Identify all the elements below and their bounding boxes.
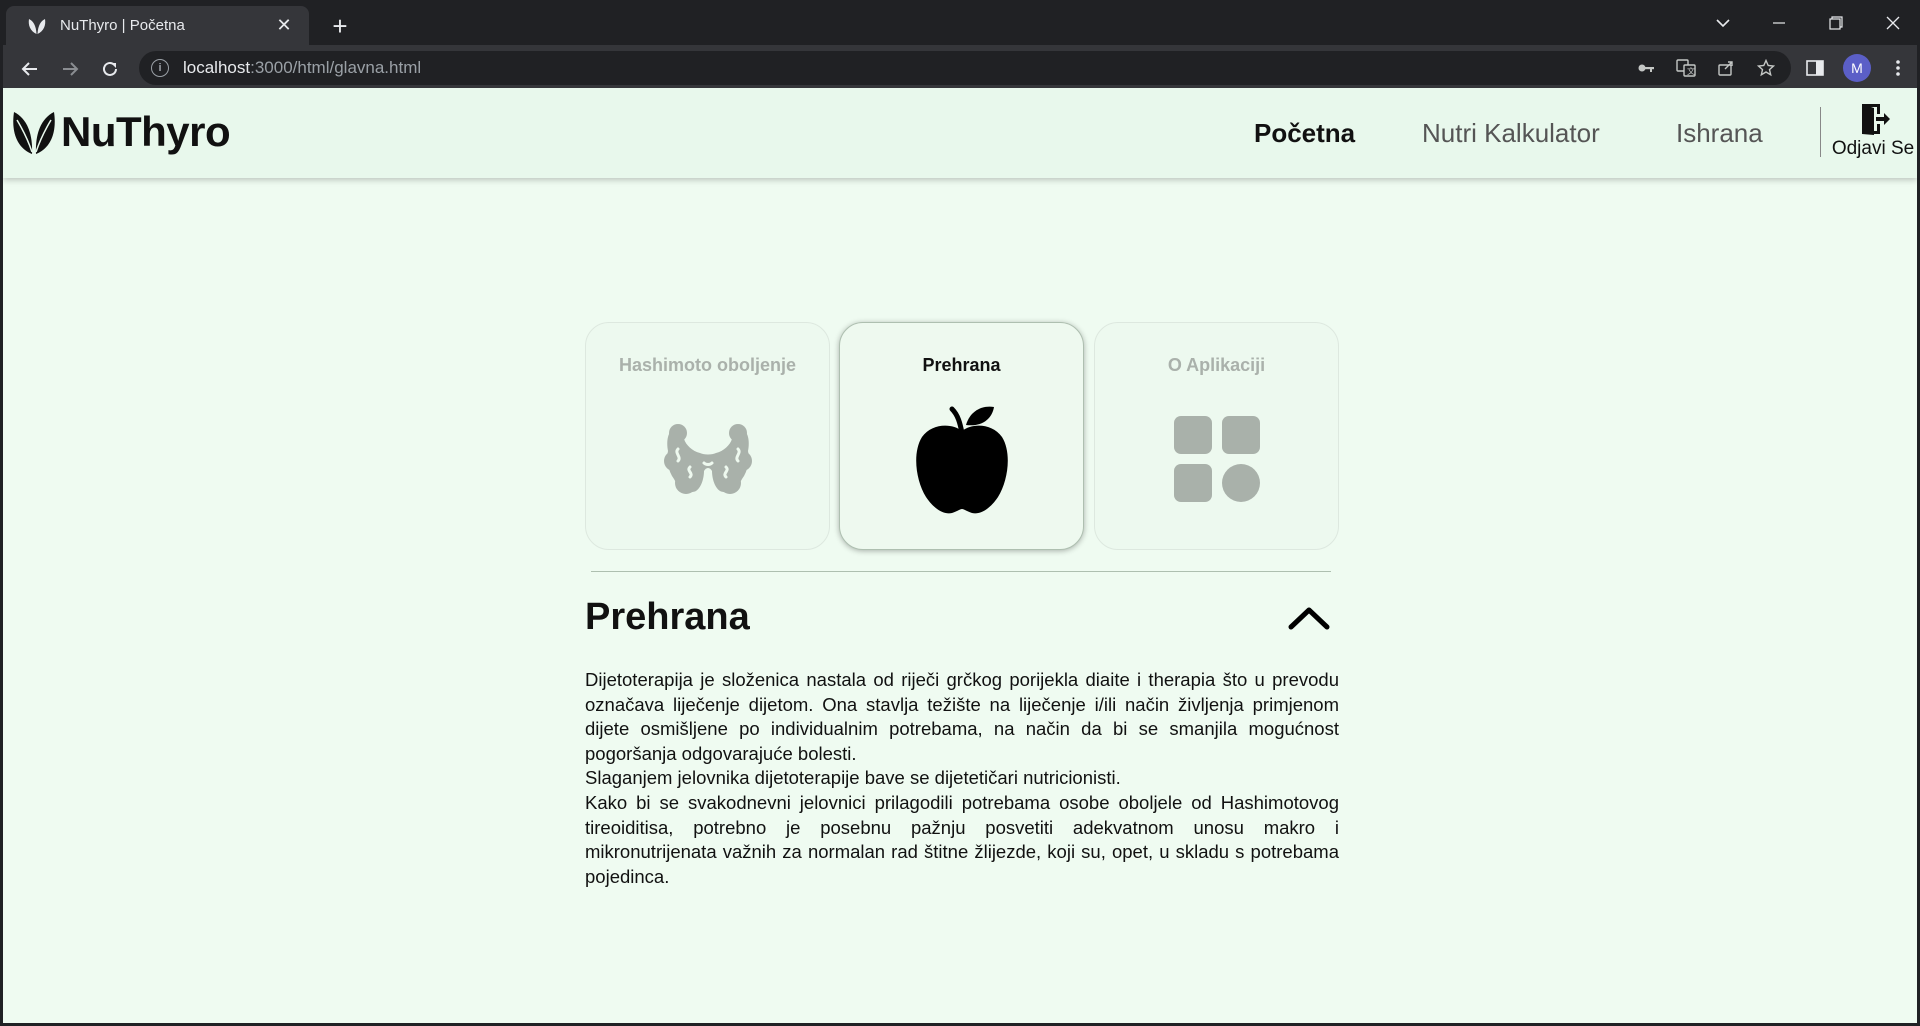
share-icon[interactable] bbox=[1715, 57, 1737, 79]
new-tab-button[interactable]: + bbox=[325, 11, 355, 41]
translate-icon[interactable]: 文 bbox=[1675, 57, 1697, 79]
side-panel-icon[interactable] bbox=[1802, 55, 1828, 81]
forward-icon[interactable] bbox=[55, 54, 85, 84]
nav-divider bbox=[1820, 107, 1821, 157]
logout-label: Odjavi Se bbox=[1831, 138, 1915, 159]
section-body: Dijetoterapija je složenica nastala od r… bbox=[585, 668, 1339, 889]
leaf-logo-icon bbox=[13, 112, 55, 154]
card-label: Prehrana bbox=[922, 355, 1001, 375]
card-label: O Aplikaciji bbox=[1167, 355, 1266, 375]
nav-link-pocetna[interactable]: Početna bbox=[1254, 118, 1355, 149]
apps-grid-icon bbox=[1167, 404, 1267, 514]
address-bar[interactable]: i localhost:3000/html/glavna.html 文 bbox=[139, 51, 1791, 85]
browser-chrome: NuThyro | Početna ✕ + i localhost:3000/h… bbox=[0, 0, 1920, 91]
card-prehrana[interactable]: Prehrana bbox=[839, 322, 1084, 550]
reload-icon[interactable] bbox=[95, 54, 125, 84]
paragraph: Slaganjem jelovnika dijetoterapije bave … bbox=[585, 767, 1121, 789]
tab-search-icon[interactable] bbox=[1703, 9, 1743, 37]
site-navbar: NuThyro Početna Nutri Kalkulator Ishrana… bbox=[3, 88, 1917, 178]
logout-button[interactable]: Odjavi Se bbox=[1829, 102, 1917, 160]
logout-door-icon bbox=[1862, 104, 1890, 135]
card-label: Hashimoto oboljenje bbox=[618, 355, 796, 375]
tab-strip: NuThyro | Početna ✕ + bbox=[3, 3, 1917, 45]
svg-text:文: 文 bbox=[1687, 66, 1695, 76]
chevron-up-icon[interactable] bbox=[1285, 600, 1333, 636]
paragraph: Dijetoterapija je složenica nastala od r… bbox=[585, 669, 1339, 764]
page-content: NuThyro Početna Nutri Kalkulator Ishrana… bbox=[3, 88, 1917, 1023]
apple-icon bbox=[912, 404, 1012, 514]
key-icon[interactable] bbox=[1635, 57, 1657, 79]
paragraph: Kako bi se svakodnevni jelovnici prilago… bbox=[585, 791, 1339, 887]
logo-text: NuThyro bbox=[61, 108, 231, 155]
bookmark-star-icon[interactable] bbox=[1755, 57, 1777, 79]
minimize-icon[interactable] bbox=[1759, 9, 1799, 37]
nav-link-ishrana[interactable]: Ishrana bbox=[1676, 118, 1763, 149]
url-text: localhost:3000/html/glavna.html bbox=[183, 58, 422, 77]
leaf-favicon-icon bbox=[26, 15, 48, 37]
site-info-icon[interactable]: i bbox=[151, 59, 169, 77]
tab-title: NuThyro | Početna bbox=[60, 17, 185, 34]
section-divider bbox=[591, 571, 1331, 572]
back-icon[interactable] bbox=[15, 54, 45, 84]
site-logo[interactable]: NuThyro bbox=[11, 108, 231, 156]
topic-cards: Hashimoto oboljenje Prehrana O Aplikacij… bbox=[585, 322, 1339, 550]
profile-avatar[interactable]: M bbox=[1843, 54, 1871, 82]
section-title: Prehrana bbox=[585, 596, 750, 638]
close-tab-icon[interactable]: ✕ bbox=[273, 15, 295, 37]
browser-toolbar: i localhost:3000/html/glavna.html 文 M bbox=[3, 45, 1917, 91]
card-hashimoto[interactable]: Hashimoto oboljenje bbox=[585, 322, 830, 550]
thyroid-icon bbox=[658, 404, 758, 514]
card-o-aplikaciji[interactable]: O Aplikaciji bbox=[1094, 322, 1339, 550]
close-window-icon[interactable] bbox=[1873, 9, 1913, 37]
menu-dots-icon[interactable] bbox=[1885, 55, 1911, 81]
nav-link-nutri-kalkulator[interactable]: Nutri Kalkulator bbox=[1422, 118, 1600, 149]
restore-icon[interactable] bbox=[1816, 9, 1856, 37]
browser-tab[interactable]: NuThyro | Početna ✕ bbox=[6, 6, 309, 45]
